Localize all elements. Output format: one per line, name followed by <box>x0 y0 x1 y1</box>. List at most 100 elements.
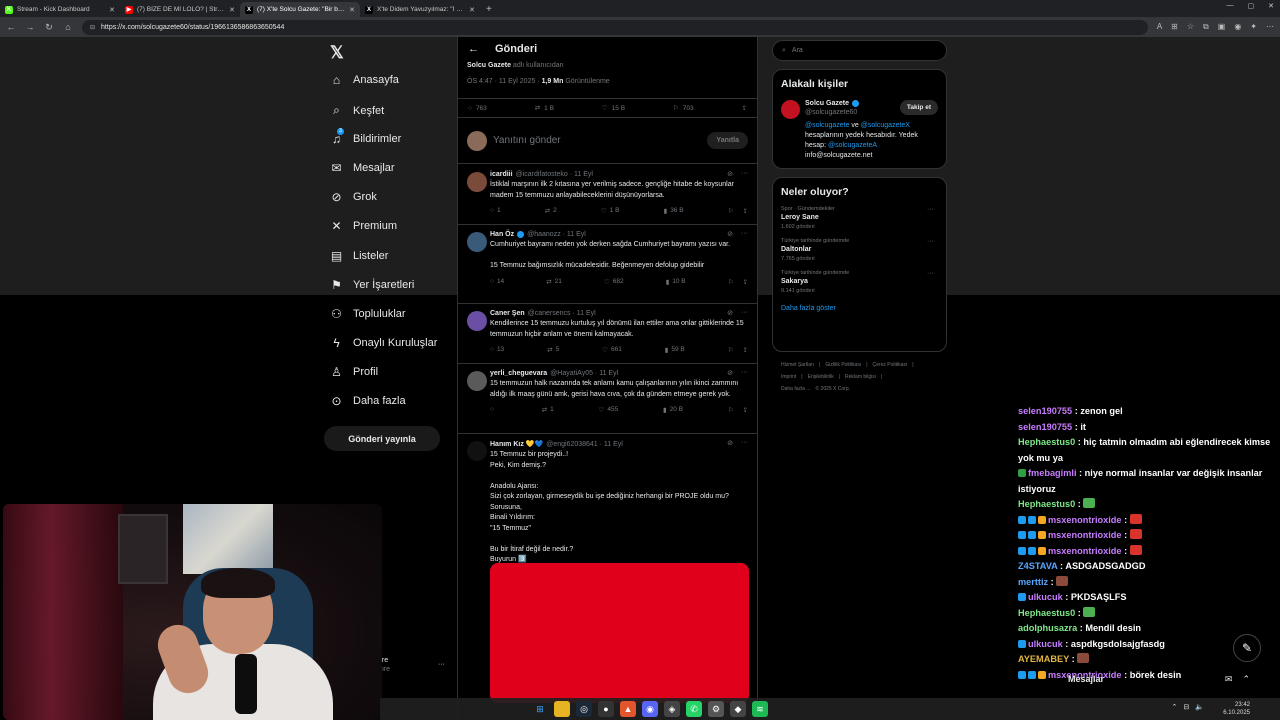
network-icon[interactable]: ⊟ <box>1183 703 1189 711</box>
avatar[interactable] <box>467 441 487 461</box>
more-dots-icon[interactable]: ··· <box>741 170 748 178</box>
home-icon[interactable]: ⌂ <box>63 22 73 32</box>
new-message-icon[interactable]: ✉ <box>1225 674 1233 685</box>
compose-post-icon[interactable]: ✎ <box>1233 634 1261 662</box>
expand-icon[interactable]: ⌃ <box>1242 674 1250 685</box>
reply-action[interactable]: ○ 14 <box>490 278 504 286</box>
reply-action[interactable]: ○ 1 <box>490 207 501 215</box>
nav-item-bildirimler[interactable]: ♫ 3 Bildirimler <box>330 128 401 146</box>
follow-button[interactable]: Takip et <box>899 100 938 115</box>
like-action[interactable]: ♡ 455 <box>599 406 619 414</box>
volume-icon[interactable]: 🔈 <box>1195 703 1204 711</box>
split-screen-icon[interactable]: ⊞ <box>1171 22 1178 32</box>
close-icon[interactable]: ✕ <box>469 6 475 14</box>
like-action[interactable]: ♡ 661 <box>602 346 622 354</box>
whatsapp-icon[interactable]: ✆ <box>686 701 702 717</box>
like-action[interactable]: ♡ 1 B <box>601 207 620 215</box>
bio-link[interactable]: @solcugazete <box>805 122 849 129</box>
minimize-icon[interactable]: — <box>1227 2 1234 10</box>
profile-icon[interactable]: ◉ <box>1234 22 1241 32</box>
close-window-icon[interactable]: ✕ <box>1268 2 1274 10</box>
footer-link[interactable]: © 2025 X Corp. <box>815 386 850 392</box>
reply-action[interactable]: ○ <box>490 406 497 414</box>
share-icon[interactable]: ⇪ <box>743 278 748 286</box>
post-timestamp[interactable]: ÖS 4:47 · 11 Eyl 2025 · <box>467 78 540 85</box>
chat-username[interactable]: ulkucuk <box>1028 592 1063 602</box>
reply-action[interactable]: ○ 13 <box>490 346 504 354</box>
read-aloud-icon[interactable]: A <box>1157 22 1162 32</box>
collections-icon[interactable]: ▣ <box>1218 22 1226 32</box>
grok-icon[interactable]: ⊘ <box>727 369 733 377</box>
settings-more-icon[interactable]: ⋯ <box>1266 22 1274 32</box>
footer-link[interactable]: Çerez Politikası <box>873 362 908 368</box>
share-icon[interactable]: ⇪ <box>743 346 748 354</box>
reply-tweet[interactable]: Han Öz @haanozz · 11 Eyl ⊘ ··· Cumhuriyet ba… <box>458 225 757 304</box>
new-tab-icon[interactable]: + <box>486 4 492 15</box>
grok-icon[interactable]: ⊘ <box>727 439 733 447</box>
more-dots-icon[interactable]: ··· <box>741 439 748 447</box>
nav-item-anasayfa[interactable]: ⌂ Anasayfa <box>330 73 399 87</box>
copilot-icon[interactable]: ✦ <box>1250 22 1257 32</box>
x-logo-icon[interactable]: 𝕏 <box>330 43 344 63</box>
reply-tweet[interactable]: Hanım Kız 💛💙 @engi62038641 · 11 Eyl ⊘ ··· 15… <box>458 434 757 720</box>
browser-tab[interactable]: K Stream - Kick Dashboard ✕ <box>0 2 120 17</box>
repost-action[interactable]: ⇄ 1 <box>542 406 554 414</box>
clock[interactable]: 23:42 6.10.2025 <box>1223 701 1250 717</box>
reply-action[interactable]: ○ 763 <box>468 105 487 112</box>
grok-icon[interactable]: ⊘ <box>727 309 733 317</box>
reply-tweet[interactable]: yerli_cheguevara @HayatiAy05 · 11 Eyl ⊘ ···… <box>458 364 757 434</box>
avatar[interactable] <box>467 172 487 192</box>
forward-icon[interactable]: → <box>25 22 35 32</box>
messages-drawer[interactable]: Mesajlar ✉ ⌃ <box>1014 668 1280 690</box>
byline-user[interactable]: Solcu Gazete <box>467 62 511 69</box>
footer-link[interactable]: Imprint <box>781 374 796 380</box>
settings-icon[interactable]: ⚙ <box>708 701 724 717</box>
chat-username[interactable]: adolphusazra <box>1018 623 1077 633</box>
related-person[interactable]: Solcu Gazete @solcugazete60 Takip et <box>781 100 938 119</box>
avatar[interactable] <box>467 232 487 252</box>
post-button[interactable]: Gönderi yayınla <box>324 426 440 451</box>
search-input[interactable]: ⌕ Ara <box>772 40 947 61</box>
app-icon[interactable]: ◈ <box>664 701 680 717</box>
browser-tab[interactable]: X X'te Didem Yavuzyılmaz: "İ MİLLİ ✕ <box>360 2 480 17</box>
nav-item-daha-fazla[interactable]: ⊙ Daha fazla <box>330 394 405 408</box>
footer-link[interactable]: Erişilebilirlik <box>808 374 834 380</box>
chat-username[interactable]: AYEMABEY <box>1018 654 1069 664</box>
reply-button[interactable]: Yanıtla <box>707 132 748 149</box>
tweet-author-name[interactable]: icardiii <box>490 171 513 178</box>
avatar[interactable] <box>467 311 487 331</box>
tweet-author-name[interactable]: Hanım Kız 💛💙 <box>490 440 543 448</box>
chat-username[interactable]: merttiz <box>1018 577 1048 587</box>
views-action[interactable]: ▮ 36 B <box>664 207 684 215</box>
url-input[interactable]: ⊟ https://x.com/solcugazete60/status/196… <box>82 19 1148 35</box>
more-dots-icon[interactable]: ··· <box>927 238 934 245</box>
tweet-media-image[interactable] <box>490 563 749 703</box>
reply-tweet[interactable]: Caner Şen @canersencs · 11 Eyl ⊘ ··· Kendile… <box>458 304 757 364</box>
more-dots-icon[interactable]: ··· <box>741 230 748 238</box>
trend-item[interactable]: Spor · Gündemdekiler Leroy Sane 1.602 gönd… <box>781 206 938 230</box>
nav-item-profil[interactable]: ♙ Profil <box>330 365 378 379</box>
tweet-author-name[interactable]: Han Öz <box>490 231 514 238</box>
repost-action[interactable]: ⇄ 2 <box>545 207 557 215</box>
nav-item-grok[interactable]: ⊘ Grok <box>330 190 376 204</box>
chat-username[interactable]: Hephaestus0 <box>1018 499 1075 509</box>
avatar[interactable] <box>467 371 487 391</box>
more-dots-icon[interactable]: ··· <box>927 270 934 277</box>
obs-icon[interactable]: ● <box>598 701 614 717</box>
back-icon[interactable]: ← <box>6 22 16 32</box>
share-icon[interactable]: ⇪ <box>743 406 748 414</box>
reload-icon[interactable]: ↻ <box>44 22 54 33</box>
nav-item-mesajlar[interactable]: ✉ Mesajlar <box>330 161 394 175</box>
chat-username[interactable]: Hephaestus0 <box>1018 437 1075 447</box>
repost-action[interactable]: ⇄ 5 <box>547 346 559 354</box>
like-action[interactable]: ♡ 682 <box>604 278 624 286</box>
spotify-icon[interactable]: ≋ <box>752 701 768 717</box>
close-icon[interactable]: ✕ <box>109 6 115 14</box>
more-dots-icon[interactable]: ··· <box>927 206 934 213</box>
like-action[interactable]: ♡ 15 B <box>602 104 625 113</box>
browser-tab[interactable]: ▶ (7) BİZE DE Mİ LOLO? | Striders | ✕ <box>120 2 240 17</box>
browser-tab[interactable]: X (7) X'te Solcu Gazete: "Bir baba, ke✕ <box>240 2 360 17</box>
app-icon[interactable]: ◆ <box>730 701 746 717</box>
repost-action[interactable]: ⇄ 21 <box>546 278 562 286</box>
nav-item-topluluklar[interactable]: ⚇ Topluluklar <box>330 307 405 321</box>
